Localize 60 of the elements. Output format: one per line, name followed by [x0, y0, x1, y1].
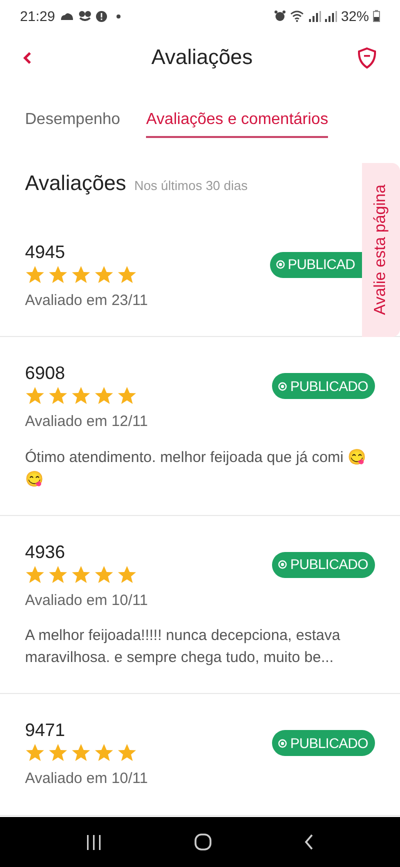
review-date: Avaliado em 10/11: [25, 769, 148, 789]
back-icon: [22, 51, 32, 65]
star-icon: [71, 386, 91, 406]
signal-icon: [324, 10, 337, 22]
star-icon: [48, 743, 68, 763]
star-icon: [71, 743, 91, 763]
order-number: 6908: [25, 362, 66, 385]
page-title: Avaliações: [151, 45, 253, 72]
rate-page-tab[interactable]: Avalie esta página: [362, 163, 400, 337]
section-title: Avaliações: [25, 171, 126, 197]
status-badge: PUBLICADO: [272, 552, 375, 578]
radio-dot-icon: [276, 260, 285, 269]
star-icon: [25, 386, 45, 406]
star-icon: [71, 564, 91, 584]
review-date: Avaliado em 23/11: [25, 290, 148, 310]
tab[interactable]: Avaliações e comentários: [146, 104, 328, 138]
star-icon: [48, 386, 68, 406]
cloud-icon: [60, 12, 74, 20]
wifi-icon: [290, 10, 305, 22]
radio-dot-icon: [278, 382, 288, 390]
recent-apps-icon[interactable]: [86, 834, 102, 850]
battery-percentage: 32%: [340, 6, 369, 26]
battery-icon: [373, 10, 380, 22]
star-icon: [71, 264, 91, 284]
status-badge: PUBLICADO: [272, 373, 375, 399]
review-date: Avaliado em 12/11: [25, 412, 148, 432]
star-icon: [25, 564, 45, 584]
star-icon: [117, 386, 137, 406]
radio-dot-icon: [278, 560, 288, 569]
star-icon: [94, 743, 114, 763]
star-icon: [25, 264, 45, 284]
status-time: 21:29: [20, 6, 56, 26]
shield-icon: [357, 47, 377, 69]
status-badge: PUBLICADO: [272, 730, 375, 756]
alarm-icon: [274, 10, 286, 22]
notification-icon: [79, 11, 92, 21]
section-subtitle: Nos últimos 30 dias: [134, 177, 248, 195]
star-icon: [94, 564, 114, 584]
star-icon: [117, 743, 137, 763]
star-icon: [117, 564, 137, 584]
order-number: 4936: [25, 540, 66, 564]
star-icon: [94, 264, 114, 284]
review-comment: A melhor feijoada!!!!! nunca decepciona, estava maravilhosa. e sempre chega tudo, muito be...: [25, 626, 342, 668]
review-comment: Ótimo atendimento. melhor feijoada que já comi 😋😋: [25, 448, 368, 490]
dot-icon: [116, 14, 122, 18]
shield-button[interactable]: [356, 46, 378, 70]
order-number: 4945: [25, 240, 66, 264]
star-icon: [48, 564, 68, 584]
tab[interactable]: Desempenho: [25, 104, 120, 138]
review-date: Avaliado em 10/11: [25, 590, 148, 610]
order-number: 9471: [25, 719, 66, 742]
radio-dot-icon: [278, 738, 288, 748]
star-icon: [48, 264, 68, 284]
star-icon: [94, 386, 114, 406]
alert-icon: [96, 10, 108, 22]
signal-icon: [308, 10, 321, 22]
back-icon[interactable]: [304, 834, 314, 850]
home-icon[interactable]: [194, 833, 212, 851]
star-icon: [117, 264, 137, 284]
star-icon: [25, 743, 45, 763]
